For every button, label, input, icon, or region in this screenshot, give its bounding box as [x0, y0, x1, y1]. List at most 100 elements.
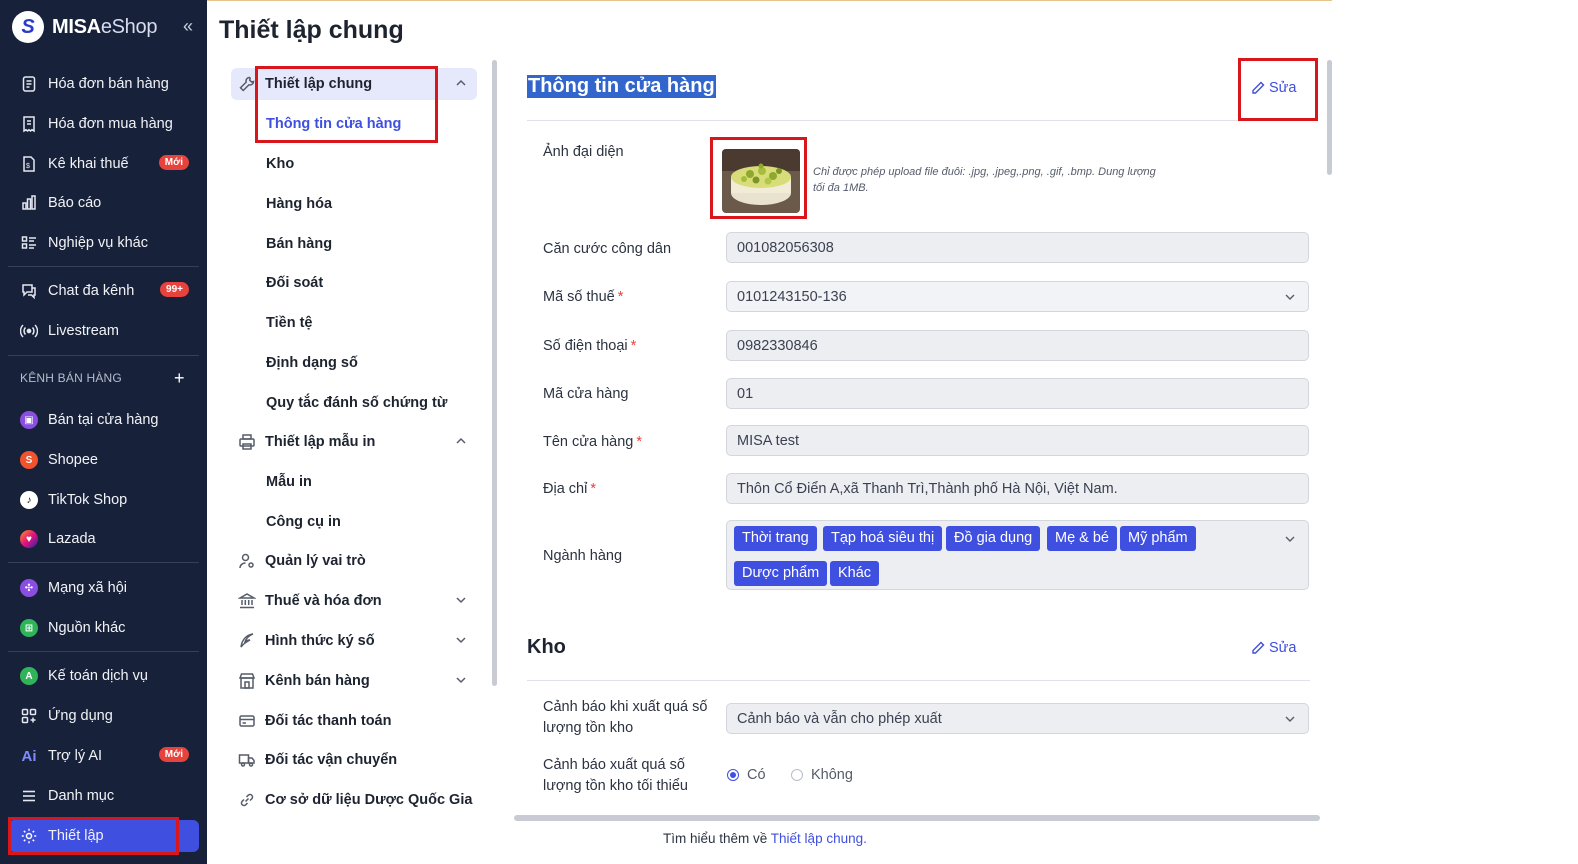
svg-text:$: $: [26, 163, 30, 170]
nav-tax-declaration[interactable]: $ Kê khai thuế Mới: [8, 148, 199, 180]
shopee-icon: S: [20, 451, 38, 469]
tax-doc-icon: $: [20, 155, 38, 173]
menu-item-goods[interactable]: Hàng hóa: [266, 193, 332, 215]
nav-catalog[interactable]: Danh mục: [8, 780, 199, 812]
nav-omnichannel-chat[interactable]: Chat đa kênh 99+: [8, 275, 199, 307]
nav-label: Trợ lý AI: [48, 748, 103, 764]
menu-item-warehouse[interactable]: Kho: [266, 153, 294, 175]
brand-logo[interactable]: S MISAeShop: [12, 10, 157, 44]
store-code-field[interactable]: 01: [726, 378, 1309, 409]
menu-group-label: Đối tác vận chuyển: [265, 752, 398, 768]
menu-group-sales-channels[interactable]: Kênh bán hàng: [231, 665, 477, 697]
nav-sales-invoice[interactable]: Hóa đơn bán hàng: [8, 68, 199, 100]
nav-lazada[interactable]: ♥ Lazada: [8, 523, 199, 555]
menu-group-roles[interactable]: Quản lý vai trò: [231, 545, 477, 577]
menu-item-currency[interactable]: Tiền tệ: [266, 312, 312, 334]
industry-tag[interactable]: Tạp hoá siêu thị: [823, 526, 943, 551]
invoice-icon: [20, 75, 38, 93]
over-stock-warning-select[interactable]: Cảnh báo và vẫn cho phép xuất: [726, 703, 1309, 734]
menu-group-digital-signature[interactable]: Hình thức ký số: [231, 625, 477, 657]
menu-group-label: Cơ sở dữ liệu Dược Quốc Gia: [265, 792, 473, 808]
nav-label: Kê khai thuế: [48, 156, 129, 172]
credit-card-icon: [237, 711, 257, 731]
gear-icon: [20, 827, 38, 845]
store-info-edit-button[interactable]: Sửa: [1250, 80, 1296, 96]
menu-group-national-drug-db[interactable]: Cơ sở dữ liệu Dược Quốc Gia: [231, 784, 493, 816]
store-icon: ▣: [20, 411, 38, 429]
min-stock-no-radio[interactable]: Không: [791, 767, 853, 783]
nav-settings[interactable]: Thiết lập: [8, 820, 199, 852]
nav-livestream[interactable]: Livestream: [8, 315, 199, 347]
tax-code-select[interactable]: 0101243150-136: [726, 281, 1309, 312]
nav-label: Kế toán dịch vụ: [48, 668, 148, 684]
industry-tag[interactable]: Đồ gia dụng: [946, 526, 1041, 551]
horizontal-scrollbar[interactable]: [514, 815, 1320, 821]
nav-divider: [8, 266, 199, 267]
nav-in-store-sales[interactable]: ▣ Bán tại cửa hàng: [8, 404, 199, 436]
menu-item-print-tools[interactable]: Công cụ in: [266, 511, 341, 533]
chevron-up-icon: [456, 79, 466, 86]
main-sidebar: S MISAeShop « Hóa đơn bán hàng Hóa đơn m…: [0, 0, 207, 864]
upload-hint: Chỉ được phép upload file đuôi: .jpg, .j…: [813, 166, 1156, 194]
footer-help-link[interactable]: Thiết lập chung.: [771, 831, 867, 846]
menu-item-document-numbering[interactable]: Quy tắc đánh số chứng từ: [266, 392, 447, 414]
menu-group-shipping-partners[interactable]: Đối tác vận chuyển: [231, 744, 477, 776]
menu-group-payment-partners[interactable]: Đối tác thanh toán: [231, 705, 477, 737]
nav-label: Shopee: [48, 452, 98, 468]
chevron-down-icon: [456, 677, 466, 684]
radio-checked-icon: [727, 769, 739, 781]
industry-tag[interactable]: Mẹ & bé: [1047, 526, 1117, 551]
chevron-down-icon: [456, 637, 466, 644]
warehouse-edit-button[interactable]: Sửa: [1250, 640, 1296, 656]
nav-purchase-invoice[interactable]: Hóa đơn mua hàng: [8, 108, 199, 140]
menu-scrollbar[interactable]: [492, 60, 497, 686]
nav-shopee[interactable]: S Shopee: [8, 444, 199, 476]
nav-accounting-service[interactable]: A Kế toán dịch vụ: [8, 660, 199, 692]
chevron-up-icon: [456, 437, 466, 444]
menu-group-label: Kênh bán hàng: [265, 673, 370, 689]
menu-item-print-template[interactable]: Mẫu in: [266, 471, 312, 493]
new-badge: Mới: [158, 747, 189, 762]
settings-menu: Thiết lập chung Thông tin cửa hàng Kho H…: [219, 58, 501, 823]
collapse-sidebar-icon[interactable]: «: [183, 16, 193, 37]
blank-area: [1332, 0, 1578, 864]
ai-icon: Ai: [21, 747, 37, 765]
tax-code-value: 0101243150-136: [737, 288, 847, 305]
section-divider: [527, 120, 1310, 121]
menu-group-print-templates[interactable]: Thiết lập mẫu in: [231, 426, 477, 458]
menu-item-reconciliation[interactable]: Đối soát: [266, 272, 323, 294]
industry-multiselect[interactable]: Thời trang Tạp hoá siêu thị Đồ gia dụng …: [726, 520, 1309, 590]
industry-tag[interactable]: Thời trang: [734, 526, 817, 551]
menu-item-sales[interactable]: Bán hàng: [266, 233, 332, 255]
add-channel-icon[interactable]: +: [174, 368, 185, 389]
store-name-field[interactable]: MISA test: [726, 425, 1309, 456]
industry-tag[interactable]: Khác: [830, 561, 880, 586]
menu-item-number-format[interactable]: Định dạng số: [266, 352, 358, 374]
chevron-down-icon: [456, 597, 466, 604]
nav-tiktok-shop[interactable]: ♪ TikTok Shop: [8, 484, 199, 516]
nav-social-network[interactable]: ✣ Mạng xã hội: [8, 572, 199, 604]
industry-tag[interactable]: Mỹ phẩm: [1120, 526, 1196, 551]
nav-other-operations[interactable]: Nghiệp vụ khác: [8, 227, 199, 259]
nav-divider: [8, 562, 199, 563]
nav-other-source[interactable]: ⊞ Nguồn khác: [8, 612, 199, 644]
store-avatar[interactable]: [722, 149, 800, 213]
nav-apps[interactable]: Ứng dụng: [8, 700, 199, 732]
chevron-down-icon: [1285, 716, 1295, 722]
citizen-id-field[interactable]: 001082056308: [726, 232, 1309, 263]
sales-channel-section-label: KÊNH BÁN HÀNG: [20, 371, 122, 385]
menu-group-general[interactable]: Thiết lập chung: [231, 68, 477, 100]
store-code-label: Mã cửa hàng: [543, 386, 629, 402]
nav-ai-assistant[interactable]: Ai Trợ lý AI Mới: [8, 740, 199, 772]
over-stock-warning-value: Cảnh báo và vẫn cho phép xuất: [737, 710, 942, 727]
count-badge: 99+: [160, 282, 189, 297]
vertical-scrollbar[interactable]: [1327, 60, 1332, 175]
industry-tag[interactable]: Dược phẩm: [734, 561, 828, 586]
phone-field[interactable]: 0982330846: [726, 330, 1309, 361]
nav-reports[interactable]: Báo cáo: [8, 187, 199, 219]
min-stock-yes-radio[interactable]: Có: [727, 767, 766, 783]
menu-item-store-info[interactable]: Thông tin cửa hàng: [266, 113, 401, 135]
menu-group-tax-invoice[interactable]: Thuế và hóa đơn: [231, 585, 477, 617]
address-field[interactable]: Thôn Cổ Điển A,xã Thanh Trì,Thành phố Hà…: [726, 473, 1309, 504]
receipt-icon: [20, 115, 38, 133]
